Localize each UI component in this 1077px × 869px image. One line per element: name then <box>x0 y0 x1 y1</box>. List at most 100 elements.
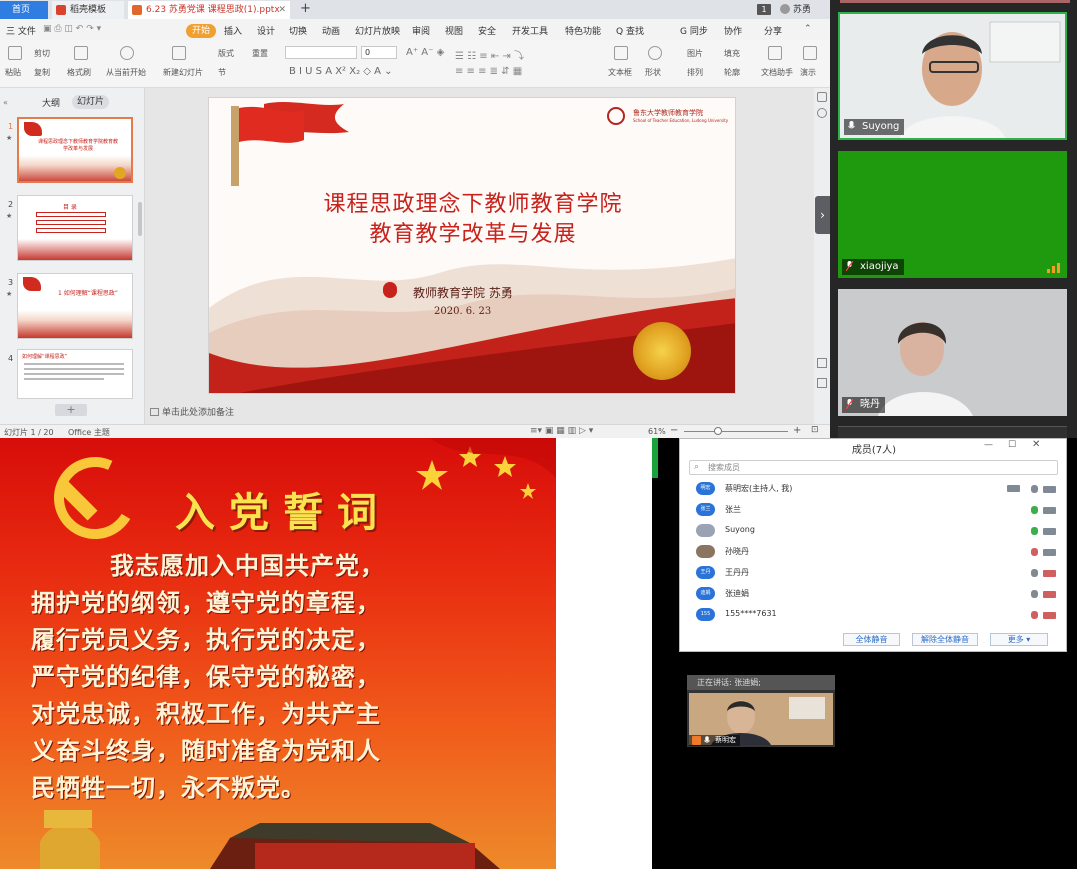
menu-home[interactable]: 开始 <box>186 24 217 38</box>
member-row[interactable]: 孙晓丹 <box>694 542 1064 563</box>
add-tab-button[interactable]: + <box>300 0 311 18</box>
menu-features[interactable]: 特色功能 <box>565 24 601 37</box>
thumbnail-scrollbar[interactable] <box>138 202 142 236</box>
copy-button[interactable]: 复制 <box>34 67 50 78</box>
slide-thumbnail-4[interactable]: 如何理解“课程思政” <box>17 349 133 399</box>
section-button[interactable]: 节 <box>218 67 226 78</box>
font-family-select[interactable] <box>285 46 357 59</box>
paste-button[interactable]: 粘贴 <box>5 67 21 78</box>
microphone-muted-icon[interactable] <box>1031 611 1038 619</box>
tab-outline[interactable]: 大纲 <box>42 96 60 109</box>
menu-animation[interactable]: 动画 <box>322 24 340 37</box>
zoom-out-icon[interactable]: − <box>670 425 678 436</box>
close-icon[interactable]: ✕ <box>1032 439 1040 450</box>
member-row[interactable]: 张兰 张兰 <box>694 500 1064 521</box>
doc-assistant-icon[interactable] <box>768 46 782 60</box>
play-icon[interactable] <box>120 46 134 60</box>
slide-thumbnail-3[interactable]: 1 如何理解“课程思政” <box>17 273 133 339</box>
camera-off-icon[interactable] <box>1043 591 1056 598</box>
current-slide[interactable]: 鲁东大学教师教育学院 School of Teacher Education, … <box>208 97 736 394</box>
tab-slides[interactable]: 幻灯片 <box>72 95 110 109</box>
presenter-button[interactable]: 演示 <box>800 67 816 78</box>
menu-sync[interactable]: G 同步 <box>680 24 708 37</box>
tab-template[interactable]: 稻壳模板 <box>52 1 124 19</box>
settings-icon[interactable] <box>817 358 827 368</box>
member-row[interactable]: 155 155****7631 <box>694 605 1064 626</box>
camera-icon[interactable] <box>1043 549 1056 556</box>
member-search-input[interactable]: ⌕ 搜索成员 <box>689 460 1058 475</box>
menu-share[interactable]: 分享 <box>764 24 782 37</box>
zoom-in-icon[interactable]: + <box>793 425 801 436</box>
slide-thumbnail-2[interactable]: 目 录 <box>17 195 133 261</box>
minimize-icon[interactable]: — <box>984 440 993 450</box>
video-tile-suyong[interactable]: Suyong <box>838 12 1067 140</box>
menu-slideshow[interactable]: 幻灯片放映 <box>355 24 400 37</box>
camera-icon[interactable] <box>1043 486 1056 493</box>
menu-insert[interactable]: 插入 <box>224 24 242 37</box>
arrange-button[interactable]: 排列 <box>687 67 703 78</box>
camera-icon[interactable] <box>1043 507 1056 514</box>
textbox-icon[interactable] <box>614 46 628 60</box>
member-row[interactable]: 迪娟 张迪娟 <box>694 584 1064 605</box>
layout-button[interactable]: 版式 <box>218 48 234 59</box>
unmute-all-button[interactable]: 解除全体静音 <box>912 633 978 646</box>
microphone-icon[interactable] <box>1031 506 1038 514</box>
video-tile-xiaojiya[interactable]: xiaojiya <box>838 151 1067 278</box>
align-icon[interactable]: ≡ ≡ ≡ ≣ ⇵ ▦ <box>455 66 522 77</box>
menu-developer[interactable]: 开发工具 <box>512 24 548 37</box>
menu-collab[interactable]: 协作 <box>724 24 742 37</box>
menu-transition[interactable]: 切换 <box>289 24 307 37</box>
new-slide-button[interactable]: 新建幻灯片 <box>163 67 203 78</box>
zoom-slider[interactable] <box>684 431 788 432</box>
more-button[interactable]: 更多 ▾ <box>990 633 1048 646</box>
save-icon[interactable]: ▣ ⎙ ◫ ↶ ↷ ▾ <box>43 24 101 34</box>
menu-design[interactable]: 设计 <box>257 24 275 37</box>
shape-icon[interactable] <box>648 46 662 60</box>
member-row[interactable]: Suyong <box>694 521 1064 542</box>
slide-thumbnail-1[interactable]: 课程思政理念下教师教育学院教育教学改革与发展 <box>17 117 133 183</box>
property-icon[interactable] <box>817 92 827 102</box>
microphone-icon[interactable] <box>1031 590 1038 598</box>
tab-home[interactable]: 首页 <box>0 1 48 19</box>
outline-button[interactable]: 轮廓 <box>724 67 740 78</box>
collapse-panel-icon[interactable]: « <box>3 98 8 107</box>
menu-review[interactable]: 审阅 <box>412 24 430 37</box>
textbox-button[interactable]: 文本框 <box>608 67 632 78</box>
menu-find[interactable]: Q 查找 <box>616 24 644 37</box>
member-row[interactable]: 王丹 王丹丹 <box>694 563 1064 584</box>
font-size-select[interactable]: 0 <box>361 46 397 59</box>
paste-icon[interactable] <box>8 46 22 60</box>
close-tab-icon[interactable]: ✕ <box>278 1 286 19</box>
user-name[interactable]: 苏勇 <box>780 2 811 15</box>
tab-document[interactable]: 6.23 苏勇党课 课程思政(1).pptx ✕ <box>128 1 290 19</box>
shape-button[interactable]: 形状 <box>645 67 661 78</box>
microphone-muted-icon[interactable] <box>1031 548 1038 556</box>
menu-security[interactable]: 安全 <box>478 24 496 37</box>
text-format-icon[interactable]: B I U S A X² X₂ ◇ A ⌄ <box>289 66 393 77</box>
notes-placeholder[interactable]: 单击此处添加备注 <box>150 405 234 418</box>
format-painter-button[interactable]: 格式刷 <box>67 67 91 78</box>
chevron-right-icon[interactable]: › <box>815 196 830 234</box>
add-slide-button[interactable]: + <box>55 404 87 416</box>
list-icon[interactable]: ☰ ☷ ≡ ⇤ ⇥ ⤵ <box>455 47 524 62</box>
backup-icon[interactable] <box>817 378 827 388</box>
video-tile-xiaodan[interactable]: 晓丹 <box>838 289 1067 416</box>
chevron-up-icon[interactable]: ⌃ <box>804 24 812 34</box>
member-row[interactable]: 明宏 蔡明宏(主持人, 我) <box>694 479 1064 500</box>
format-painter-icon[interactable] <box>74 46 88 60</box>
menu-file[interactable]: 三 文件 <box>6 24 36 37</box>
reset-button[interactable]: 重置 <box>252 48 268 59</box>
camera-icon[interactable] <box>1043 528 1056 535</box>
microphone-icon[interactable] <box>1031 569 1038 577</box>
zoom-slider-handle[interactable] <box>714 427 722 435</box>
fit-window-icon[interactable]: ⊡ <box>811 425 819 435</box>
new-slide-icon[interactable] <box>172 46 186 60</box>
image-button[interactable]: 图片 <box>687 48 703 59</box>
play-from-current-button[interactable]: 从当前开始 <box>106 67 146 78</box>
font-grow-icon[interactable]: A⁺ A⁻ ◈ <box>406 47 444 58</box>
menu-view[interactable]: 视图 <box>445 24 463 37</box>
doc-assistant-button[interactable]: 文档助手 <box>761 67 793 78</box>
cut-button[interactable]: 剪切 <box>34 48 50 59</box>
maximize-icon[interactable]: ☐ <box>1008 440 1016 450</box>
view-mode-icons[interactable]: ≡▾ ▣ ▦ ▥ ▷ ▾ <box>530 426 593 436</box>
